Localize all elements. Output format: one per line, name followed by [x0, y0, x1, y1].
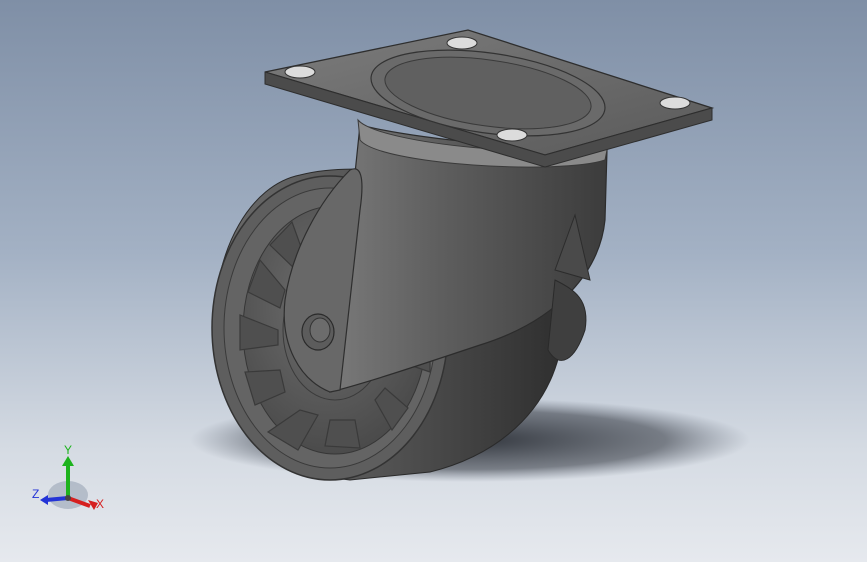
bolt-hole	[659, 96, 691, 110]
triad-x-label: X	[96, 497, 104, 511]
reference-triad: Y X Z	[32, 443, 104, 511]
bolt-hole	[284, 65, 316, 79]
triad-z-arrow	[40, 495, 48, 505]
triad-z-axis	[45, 496, 69, 502]
triad-y-label: Y	[64, 443, 72, 457]
triad-z-label: Z	[32, 487, 39, 501]
graphics-viewport[interactable]: Y X Z	[0, 0, 867, 562]
triad-y-arrow	[62, 456, 74, 466]
caster-model[interactable]	[0, 0, 867, 562]
mounting-plate	[264, 29, 715, 168]
bolt-hole	[496, 128, 528, 142]
bolt-hole	[446, 36, 478, 50]
